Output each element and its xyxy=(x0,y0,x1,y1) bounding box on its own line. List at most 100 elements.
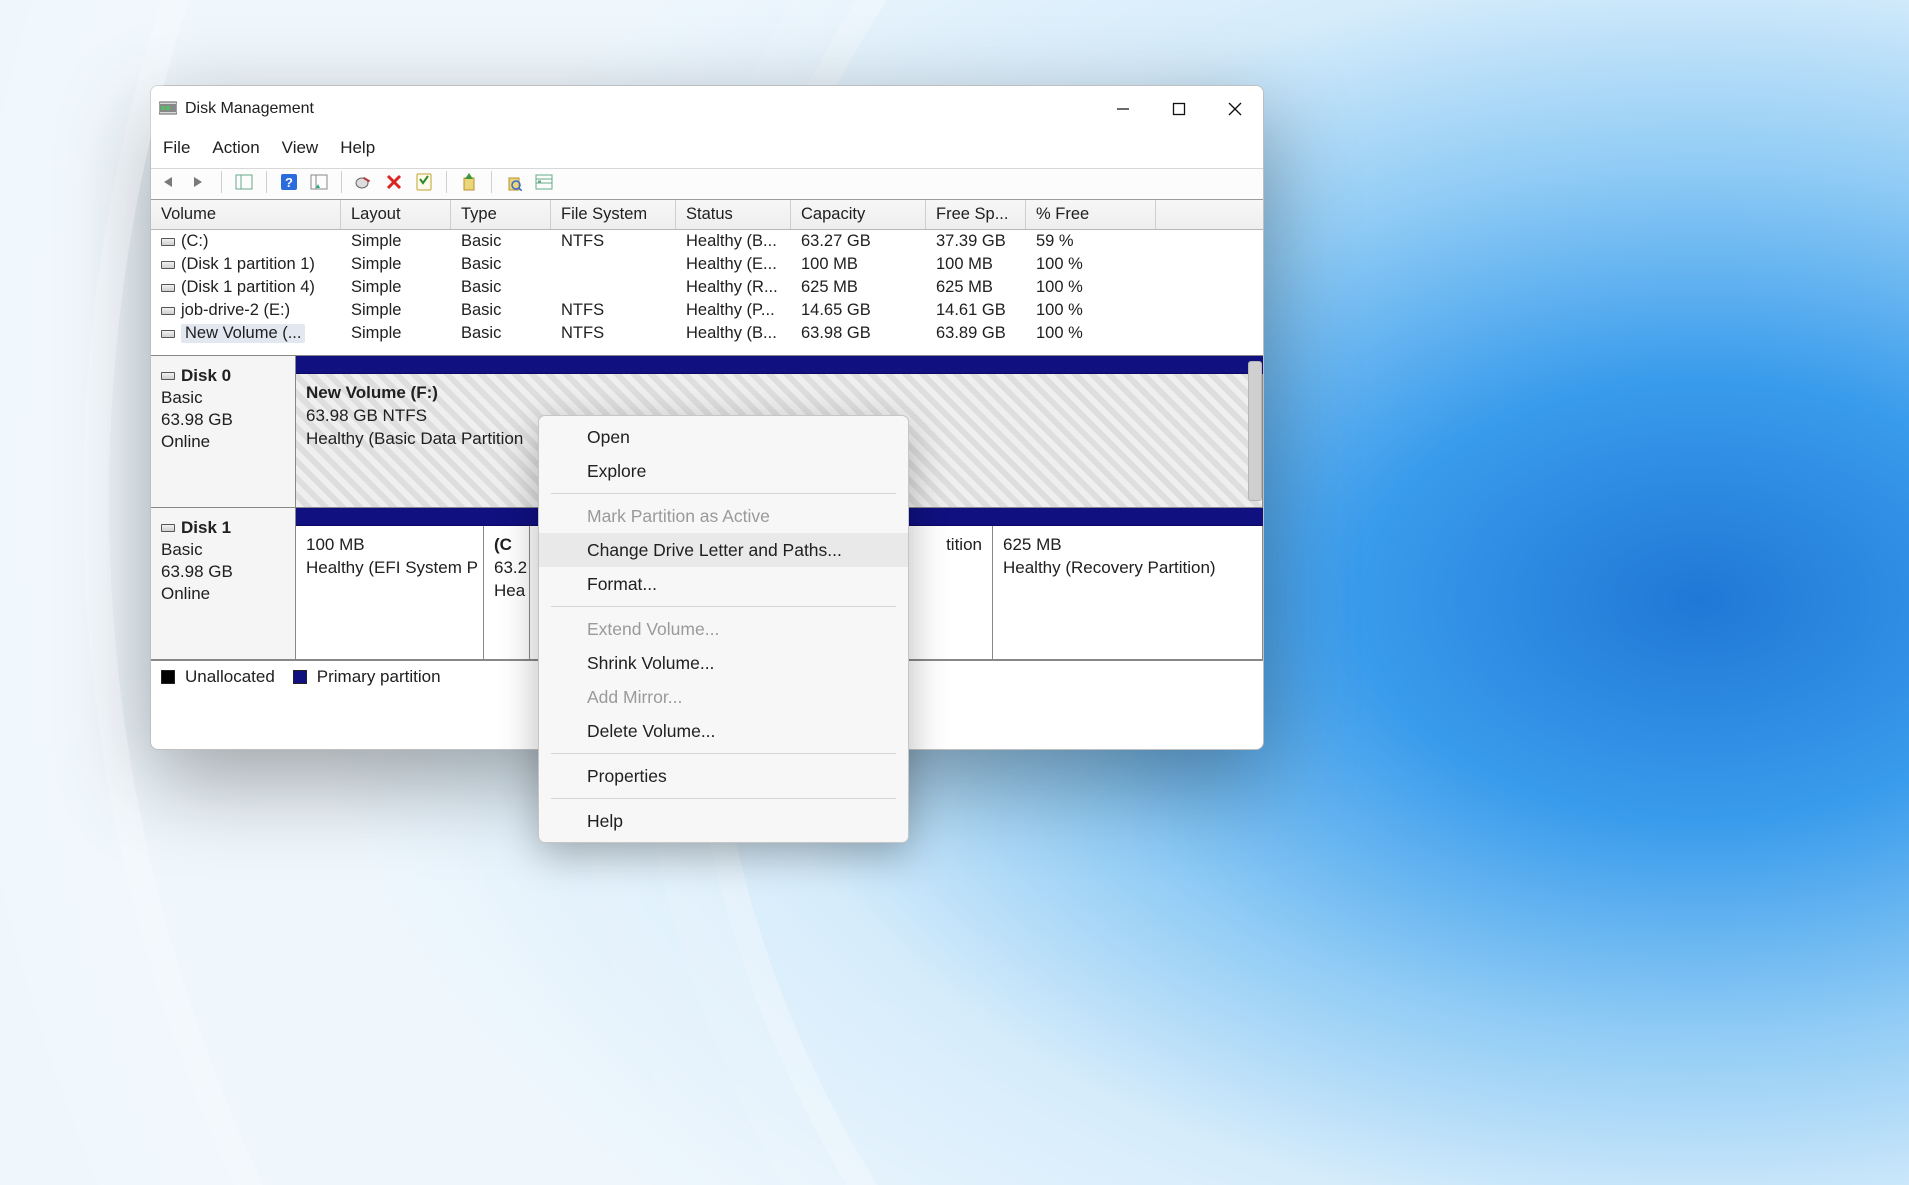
drive-icon xyxy=(161,284,175,292)
drive-icon xyxy=(161,238,175,246)
volume-fs: NTFS xyxy=(551,322,676,345)
volume-status: Healthy (E... xyxy=(676,253,791,276)
col-pct[interactable]: % Free xyxy=(1026,200,1156,229)
menu-file[interactable]: File xyxy=(163,138,190,158)
maximize-button[interactable] xyxy=(1151,86,1207,132)
partition-title: New Volume (F:) xyxy=(306,382,1252,405)
ctx-mark-partition-active: Mark Partition as Active xyxy=(539,499,908,533)
volume-row[interactable]: job-drive-2 (E:)SimpleBasicNTFSHealthy (… xyxy=(151,299,1263,322)
rescan-disks-button[interactable] xyxy=(352,171,376,193)
volume-fs xyxy=(551,276,676,299)
volume-type: Basic xyxy=(451,299,551,322)
list-view-button[interactable] xyxy=(532,171,556,193)
menu-view[interactable]: View xyxy=(282,138,319,158)
ctx-format[interactable]: Format... xyxy=(539,567,908,601)
volume-free: 63.89 GB xyxy=(926,322,1026,345)
volume-capacity: 100 MB xyxy=(791,253,926,276)
disk-1-partition-efi[interactable]: 100 MB Healthy (EFI System P xyxy=(296,526,484,659)
delete-button[interactable] xyxy=(382,171,406,193)
volume-name: (Disk 1 partition 1) xyxy=(181,255,315,274)
ctx-separator xyxy=(551,753,896,754)
ctx-explore[interactable]: Explore xyxy=(539,454,908,488)
export-button[interactable] xyxy=(457,171,481,193)
ctx-change-drive-letter[interactable]: Change Drive Letter and Paths... xyxy=(539,533,908,567)
ctx-help[interactable]: Help xyxy=(539,804,908,838)
disk-1-label[interactable]: Disk 1 Basic 63.98 GB Online xyxy=(151,508,296,659)
disk-0-name: Disk 0 xyxy=(181,366,231,386)
ctx-separator xyxy=(551,606,896,607)
volume-free: 37.39 GB xyxy=(926,230,1026,253)
menubar: File Action View Help xyxy=(151,132,1263,168)
drive-icon xyxy=(161,307,175,315)
window-title: Disk Management xyxy=(185,100,314,118)
drive-icon xyxy=(161,330,175,338)
col-free[interactable]: Free Sp... xyxy=(926,200,1026,229)
volume-row[interactable]: (C:)SimpleBasicNTFSHealthy (B...63.27 GB… xyxy=(151,230,1263,253)
volume-row[interactable]: (Disk 1 partition 4)SimpleBasicHealthy (… xyxy=(151,276,1263,299)
volume-pct: 59 % xyxy=(1026,230,1156,253)
volume-name: (C:) xyxy=(181,232,209,251)
col-volume[interactable]: Volume xyxy=(151,200,341,229)
disk-1-partition-recovery[interactable]: 625 MB Healthy (Recovery Partition) xyxy=(993,526,1263,659)
disk-0-state: Online xyxy=(161,432,285,452)
volume-row[interactable]: New Volume (...SimpleBasicNTFSHealthy (B… xyxy=(151,322,1263,345)
close-button[interactable] xyxy=(1207,86,1263,132)
menu-action[interactable]: Action xyxy=(212,138,259,158)
titlebar[interactable]: Disk Management xyxy=(151,86,1263,132)
ctx-shrink-volume[interactable]: Shrink Volume... xyxy=(539,646,908,680)
ctx-delete-volume[interactable]: Delete Volume... xyxy=(539,714,908,748)
volume-status: Healthy (B... xyxy=(676,322,791,345)
show-hide-tree-button[interactable] xyxy=(232,171,256,193)
ctx-open[interactable]: Open xyxy=(539,420,908,454)
volume-type: Basic xyxy=(451,322,551,345)
ctx-add-mirror: Add Mirror... xyxy=(539,680,908,714)
disk-1-state: Online xyxy=(161,584,285,604)
volume-type: Basic xyxy=(451,253,551,276)
find-button[interactable] xyxy=(502,171,526,193)
ctx-properties[interactable]: Properties xyxy=(539,759,908,793)
volume-name: (Disk 1 partition 4) xyxy=(181,278,315,297)
legend-primary-swatch xyxy=(293,670,307,684)
volume-name: job-drive-2 (E:) xyxy=(181,301,290,320)
disk-0-label[interactable]: Disk 0 Basic 63.98 GB Online xyxy=(151,356,296,507)
volume-row[interactable]: (Disk 1 partition 1)SimpleBasicHealthy (… xyxy=(151,253,1263,276)
menu-help[interactable]: Help xyxy=(340,138,375,158)
nav-back-button[interactable] xyxy=(157,171,181,193)
col-capacity[interactable]: Capacity xyxy=(791,200,926,229)
ctx-extend-volume: Extend Volume... xyxy=(539,612,908,646)
disk-0-band xyxy=(296,356,1263,374)
volume-fs xyxy=(551,253,676,276)
volume-layout: Simple xyxy=(341,299,451,322)
volume-name: New Volume (... xyxy=(181,324,305,343)
drive-icon xyxy=(161,261,175,269)
properties-button[interactable] xyxy=(412,171,436,193)
col-layout[interactable]: Layout xyxy=(341,200,451,229)
volume-table-header[interactable]: Volume Layout Type File System Status Ca… xyxy=(151,200,1263,230)
volume-pct: 100 % xyxy=(1026,253,1156,276)
col-status[interactable]: Status xyxy=(676,200,791,229)
ctx-separator xyxy=(551,493,896,494)
help-button[interactable]: ? xyxy=(277,171,301,193)
disk-1-partition-c[interactable]: (C 63.2 Hea xyxy=(484,526,530,659)
col-type[interactable]: Type xyxy=(451,200,551,229)
svg-text:?: ? xyxy=(285,175,293,190)
volume-status: Healthy (B... xyxy=(676,230,791,253)
volume-capacity: 63.27 GB xyxy=(791,230,926,253)
refresh-button[interactable] xyxy=(307,171,331,193)
volume-status: Healthy (P... xyxy=(676,299,791,322)
disk-0-size: 63.98 GB xyxy=(161,410,285,430)
minimize-button[interactable] xyxy=(1095,86,1151,132)
volume-layout: Simple xyxy=(341,230,451,253)
disk-1-type: Basic xyxy=(161,540,285,560)
volume-table: Volume Layout Type File System Status Ca… xyxy=(151,200,1263,355)
app-icon xyxy=(159,100,177,118)
nav-forward-button[interactable] xyxy=(187,171,211,193)
volume-capacity: 63.98 GB xyxy=(791,322,926,345)
desktop-wallpaper: Disk Management File Action View Help xyxy=(0,0,1909,1185)
graphical-scrollbar[interactable] xyxy=(1248,361,1262,501)
ctx-separator xyxy=(551,798,896,799)
col-filesystem[interactable]: File System xyxy=(551,200,676,229)
volume-layout: Simple xyxy=(341,276,451,299)
legend-unallocated-label: Unallocated xyxy=(185,667,275,687)
volume-capacity: 625 MB xyxy=(791,276,926,299)
